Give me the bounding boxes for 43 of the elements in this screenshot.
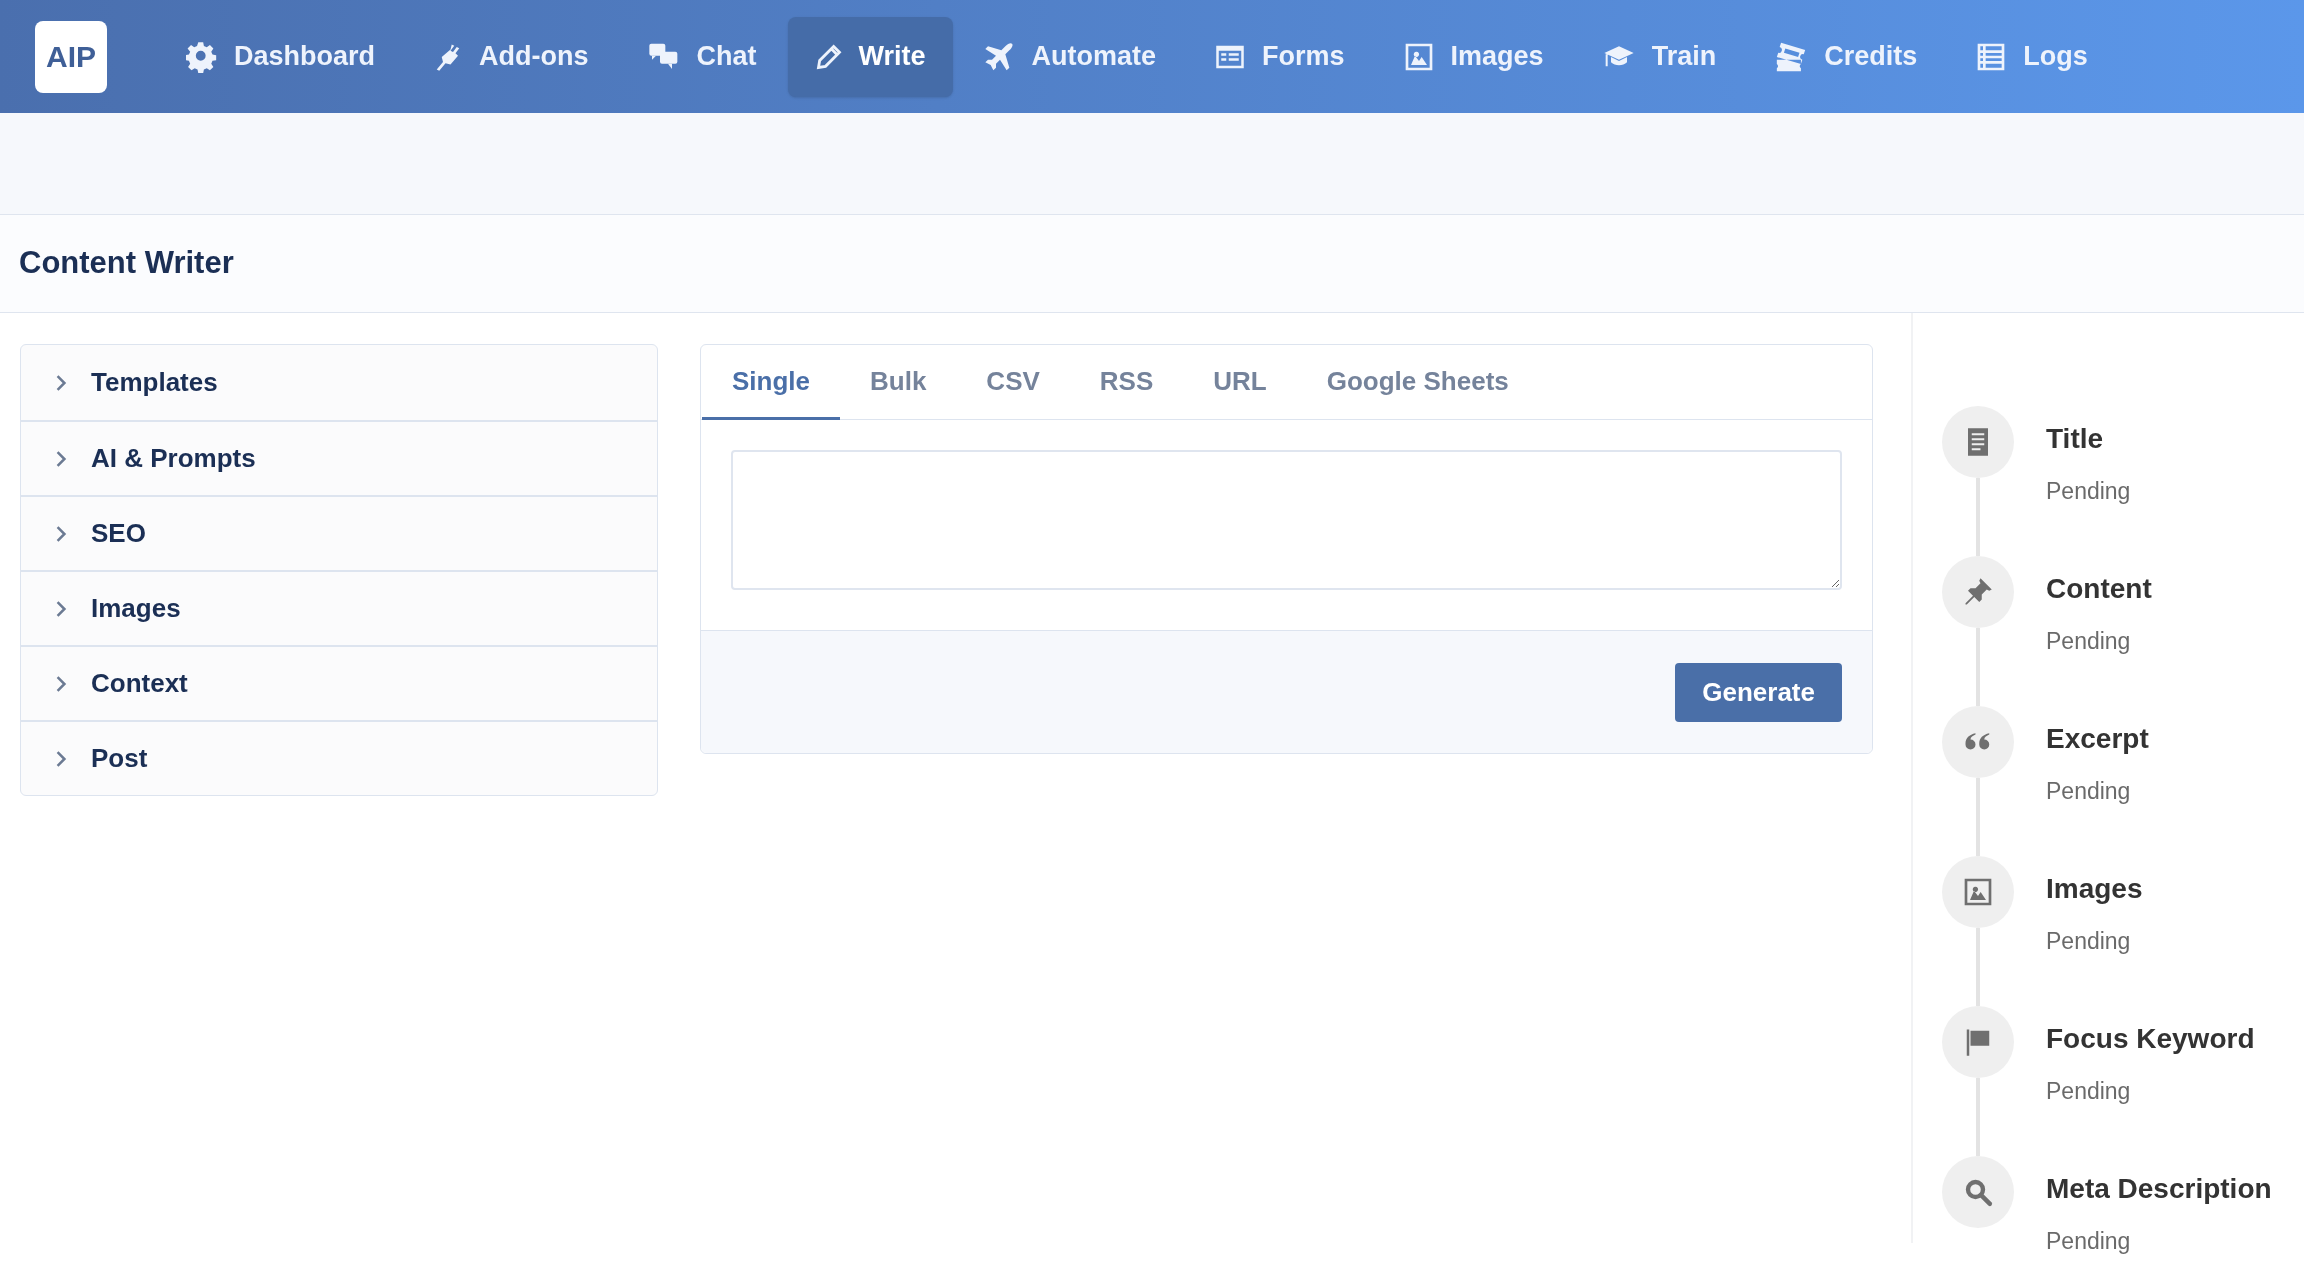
pushpin-icon xyxy=(1963,577,1993,607)
nav-link[interactable]: Train xyxy=(1574,16,1744,97)
step-status: Pending xyxy=(2046,927,2132,956)
tab[interactable]: URL xyxy=(1183,345,1297,420)
step-title: Content xyxy=(2046,572,2152,606)
accordion-item[interactable]: Context xyxy=(21,645,657,720)
gear-icon xyxy=(186,40,218,73)
nav-link[interactable]: Logs xyxy=(1948,16,2115,97)
step-title: Title xyxy=(2046,422,2105,456)
accordion-item[interactable]: AI & Prompts xyxy=(21,420,657,495)
page-title: Content Writer xyxy=(19,244,234,283)
accordion-item[interactable]: Images xyxy=(21,570,657,645)
tab[interactable]: Single xyxy=(702,345,840,420)
step-status: Pending xyxy=(2046,1227,2132,1256)
nav-link[interactable]: Credits xyxy=(1747,16,1945,97)
prompt-textarea[interactable] xyxy=(731,450,1842,590)
accordion-item[interactable]: SEO xyxy=(21,495,657,570)
tab[interactable]: CSV xyxy=(956,345,1070,420)
step-title: Focus Keyword xyxy=(2046,1022,2255,1056)
step-title: Meta Description xyxy=(2046,1172,2272,1206)
nav-link[interactable]: Automate xyxy=(956,16,1184,97)
tab[interactable]: Bulk xyxy=(840,345,957,420)
step-title: Excerpt xyxy=(2046,722,2149,756)
nav-link[interactable]: Forms xyxy=(1187,16,1372,97)
search-icon xyxy=(1963,1177,1993,1207)
pencil-icon xyxy=(814,42,843,71)
tab[interactable]: RSS xyxy=(1069,345,1184,420)
nav-link[interactable]: Dashboard xyxy=(159,16,403,97)
step-status: Pending xyxy=(2046,1077,2132,1106)
accordion-item[interactable]: Post xyxy=(21,720,657,795)
nav-link[interactable]: Chat xyxy=(619,16,784,97)
logo[interactable]: AIP xyxy=(35,20,107,93)
nav-link[interactable]: Write xyxy=(787,16,953,97)
accordion-item[interactable]: Templates xyxy=(21,345,657,420)
generate-button[interactable]: Generate xyxy=(1675,662,1842,722)
step-status: Pending xyxy=(2046,777,2132,806)
nav-link[interactable]: Add-ons xyxy=(406,16,616,97)
nav-link[interactable]: Images xyxy=(1375,16,1571,97)
step-status: Pending xyxy=(2046,627,2132,656)
step-status: Pending xyxy=(2046,477,2131,506)
step-title: Images xyxy=(2046,872,2143,906)
image-icon xyxy=(1962,876,1994,908)
tab[interactable]: Google Sheets xyxy=(1296,345,1539,420)
